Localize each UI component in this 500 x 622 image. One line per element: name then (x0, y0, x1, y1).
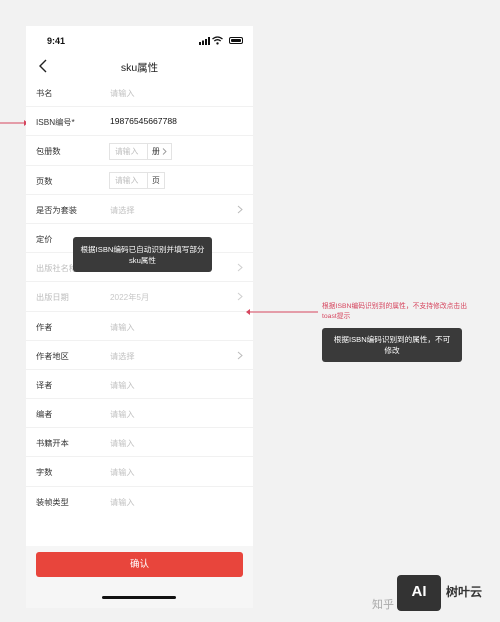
unit-label: 册 (152, 146, 160, 156)
author-region-select[interactable]: 请选择 (110, 350, 135, 362)
page-title: sku属性 (120, 62, 159, 74)
row-label: 作者 (36, 322, 53, 332)
watermark-site: 知乎 (372, 599, 394, 611)
watermark-brand: 树叶云 (446, 585, 483, 599)
form-row-publish-date[interactable]: 出版日期 2022年5月 (26, 282, 253, 312)
annotation-note: 根据ISBN编码识别到的属性，不支持修改点击出toast提示 (322, 303, 468, 320)
footer-bar: 确认 (26, 546, 253, 608)
form-row-binding[interactable]: 装帧类型 请输入 (26, 487, 253, 516)
binding-input[interactable]: 请输入 (110, 496, 135, 508)
form-row-author-region[interactable]: 作者地区 请选择 (26, 341, 253, 370)
form-row-is-set[interactable]: 是否为套装 请选择 (26, 195, 253, 224)
row-label: 页数 (36, 176, 53, 186)
toast-example: 根据ISBN编码识别到的属性，不可修改 (322, 328, 462, 362)
status-bar: 9:41 (26, 26, 253, 56)
volumes-field[interactable]: 请输入 册 (109, 142, 172, 160)
row-label: 装帧类型 (36, 497, 69, 507)
row-label: 字数 (36, 468, 53, 478)
pages-input[interactable]: 请输入 (110, 173, 148, 189)
chevron-right-icon (237, 205, 243, 214)
form-row-translator[interactable]: 译者 请输入 (26, 370, 253, 400)
row-label: ISBN编号* (36, 118, 75, 128)
is-set-select[interactable]: 请选择 (110, 204, 135, 216)
status-time: 9:41 (47, 36, 66, 46)
chevron-right-icon (237, 351, 243, 360)
volumes-unit-select[interactable]: 册 (148, 144, 171, 159)
form-row-volumes[interactable]: 包册数 请输入 册 (26, 136, 253, 166)
wifi-icon (212, 36, 223, 45)
row-label: 包册数 (36, 147, 61, 157)
confirm-button[interactable]: 确认 (36, 552, 243, 577)
battery-icon (229, 37, 243, 44)
sku-form: 书名 请输入 ISBN编号* 19876545667788 包册数 请输入 册 … (26, 78, 253, 516)
row-label: 译者 (36, 380, 53, 390)
phone-screen: 9:41 sku属性 书名 请输入 ISBN编号* 19876545667788 (26, 26, 253, 608)
signal-icon (199, 37, 210, 45)
publish-date-select[interactable]: 2022年5月 (110, 291, 149, 303)
row-label: 编者 (36, 410, 53, 420)
watermark-logo: AI (397, 575, 441, 611)
form-row-author[interactable]: 作者 请输入 (26, 312, 253, 341)
chevron-right-icon (237, 292, 243, 301)
editor-input[interactable]: 请输入 (110, 408, 135, 420)
chevron-right-icon (237, 263, 243, 272)
form-row-editor[interactable]: 编者 请输入 (26, 399, 253, 429)
unit-label: 页 (152, 176, 160, 186)
title-input[interactable]: 请输入 (110, 87, 135, 99)
row-label: 出版社名称 (36, 264, 77, 274)
annotation-arrow-isbn (0, 120, 28, 126)
author-input[interactable]: 请输入 (110, 321, 135, 333)
row-label: 书籍开本 (36, 439, 69, 449)
form-row-format[interactable]: 书籍开本 请输入 (26, 428, 253, 458)
word-count-input[interactable]: 请输入 (110, 466, 135, 478)
row-label: 是否为套装 (36, 205, 77, 215)
nav-bar: sku属性 (26, 56, 253, 76)
isbn-input[interactable]: 19876545667788 (110, 116, 177, 126)
volumes-input[interactable]: 请输入 (110, 143, 148, 159)
form-row-title[interactable]: 书名 请输入 (26, 78, 253, 108)
translator-input[interactable]: 请输入 (110, 379, 135, 391)
autofill-tooltip: 根据ISBN编码已自动识别并填写部分sku属性 (73, 237, 212, 272)
row-label: 定价 (36, 234, 53, 244)
pages-unit: 页 (148, 173, 164, 188)
row-label: 出版日期 (36, 293, 69, 303)
chevron-right-icon (162, 148, 167, 155)
form-row-isbn[interactable]: ISBN编号* 19876545667788 (26, 107, 253, 137)
form-row-pages[interactable]: 页数 请输入 页 (26, 166, 253, 195)
format-input[interactable]: 请输入 (110, 437, 135, 449)
form-row-word-count[interactable]: 字数 请输入 (26, 457, 253, 487)
annotation-arrow-disabled (246, 309, 318, 315)
home-indicator (102, 596, 176, 599)
row-label: 作者地区 (36, 351, 69, 361)
row-label: 书名 (36, 89, 53, 98)
pages-field[interactable]: 请输入 页 (109, 172, 165, 190)
